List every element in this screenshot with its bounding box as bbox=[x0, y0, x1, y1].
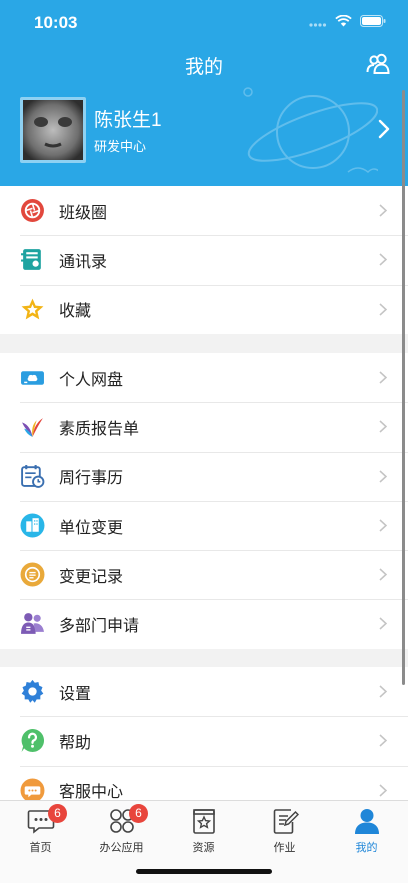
menu-item-multi-department[interactable]: 多部门申请 bbox=[0, 599, 408, 648]
tab-label: 作业 bbox=[273, 842, 296, 854]
home-indicator bbox=[136, 869, 272, 874]
cloud-drive-icon bbox=[21, 371, 44, 385]
chevron-right-icon[interactable] bbox=[378, 119, 390, 139]
wifi-icon bbox=[335, 15, 352, 27]
chevron-right-icon bbox=[379, 685, 387, 698]
unread-badge: 6 bbox=[129, 804, 148, 823]
building-change-icon bbox=[20, 513, 45, 538]
menu-item-help[interactable]: 帮助 bbox=[0, 716, 408, 765]
status-time: 10:03 bbox=[34, 13, 78, 32]
menu-item-contacts[interactable]: 通讯录 bbox=[0, 235, 408, 284]
chevron-right-icon bbox=[379, 204, 387, 217]
chevron-right-icon bbox=[379, 371, 387, 384]
menu-item-label: 个人网盘 bbox=[59, 371, 124, 389]
menu-item-label: 收藏 bbox=[59, 303, 92, 321]
settings-gear-icon bbox=[21, 679, 44, 703]
resource-book-icon bbox=[192, 809, 215, 834]
chevron-right-icon bbox=[379, 420, 387, 433]
chevron-right-icon bbox=[379, 734, 387, 747]
unread-badge: 6 bbox=[48, 804, 67, 823]
menu-item-favorites[interactable]: 收藏 bbox=[0, 284, 408, 334]
menu-item-label: 通讯录 bbox=[59, 253, 108, 271]
chevron-right-icon bbox=[379, 617, 387, 631]
tab-label: 办公应用 bbox=[99, 842, 144, 854]
quality-report-icon bbox=[22, 418, 43, 438]
menu-item-label: 变更记录 bbox=[59, 568, 124, 586]
scroll-indicator[interactable] bbox=[402, 90, 405, 685]
tab-label: 资源 bbox=[192, 842, 215, 854]
tab-homework[interactable]: 作业 bbox=[244, 807, 325, 855]
menu-group-1: 班级圈 通讯录 收藏 bbox=[0, 186, 408, 334]
status-bar: 10:03 bbox=[0, 0, 408, 44]
star-icon bbox=[21, 298, 44, 319]
menu-item-class-circle[interactable]: 班级圈 bbox=[0, 186, 408, 235]
menu-item-label: 帮助 bbox=[59, 734, 92, 752]
chevron-right-icon bbox=[379, 784, 387, 797]
menu-item-label: 素质报告单 bbox=[59, 420, 140, 438]
change-record-icon bbox=[20, 562, 45, 587]
tab-label: 首页 bbox=[29, 842, 52, 854]
menu-group-2: 个人网盘 素质报告单 周行事历 单位变更 变更记录 多部门申请 bbox=[0, 353, 408, 649]
camera-aperture-icon bbox=[21, 199, 44, 222]
menu-item-label: 班级圈 bbox=[59, 204, 108, 222]
menu-item-label: 单位变更 bbox=[59, 519, 124, 537]
tab-label: 我的 bbox=[355, 842, 378, 854]
menu-item-label: 周行事历 bbox=[59, 470, 124, 488]
user-department: 研发中心 bbox=[94, 139, 147, 154]
menu-group-3: 设置 帮助 客服中心 bbox=[0, 667, 408, 815]
menu-item-change-record[interactable]: 变更记录 bbox=[0, 550, 408, 599]
multi-department-icon bbox=[21, 613, 44, 635]
menu-item-weekly-calendar[interactable]: 周行事历 bbox=[0, 451, 408, 501]
profile-card[interactable]: 陈张生1 研发中心 bbox=[20, 97, 390, 163]
menu-item-label: 客服中心 bbox=[59, 784, 124, 802]
signal-icon bbox=[309, 22, 327, 27]
status-indicators bbox=[309, 15, 386, 27]
tab-resources[interactable]: 资源 bbox=[163, 807, 244, 855]
menu-item-personal-drive[interactable]: 个人网盘 bbox=[0, 353, 408, 402]
tab-office-apps[interactable]: 6 办公应用 bbox=[81, 804, 162, 855]
chevron-right-icon bbox=[379, 253, 387, 266]
menu-item-label: 设置 bbox=[59, 685, 92, 703]
chevron-right-icon bbox=[379, 519, 387, 532]
user-name: 陈张生1 bbox=[94, 110, 162, 131]
tab-home[interactable]: 6 首页 bbox=[0, 804, 81, 855]
profile-header: 10:03 我的 陈张生1 研发中心 bbox=[0, 0, 408, 186]
chevron-right-icon bbox=[379, 303, 387, 316]
help-icon bbox=[21, 729, 45, 753]
homework-edit-icon bbox=[273, 809, 299, 834]
menu-item-settings[interactable]: 设置 bbox=[0, 667, 408, 716]
chevron-right-icon bbox=[379, 470, 387, 483]
avatar-photo-icon bbox=[23, 100, 83, 160]
address-book-icon bbox=[21, 249, 41, 271]
person-icon bbox=[354, 809, 379, 834]
menu-item-label: 多部门申请 bbox=[59, 618, 140, 636]
tab-mine[interactable]: 我的 bbox=[326, 807, 407, 855]
calendar-clock-icon bbox=[21, 464, 45, 488]
chevron-right-icon bbox=[379, 568, 387, 581]
customer-service-icon bbox=[20, 778, 45, 803]
menu-item-quality-report[interactable]: 素质报告单 bbox=[0, 402, 408, 451]
avatar[interactable] bbox=[20, 97, 86, 163]
battery-icon bbox=[360, 15, 386, 27]
menu-item-unit-change[interactable]: 单位变更 bbox=[0, 500, 408, 550]
